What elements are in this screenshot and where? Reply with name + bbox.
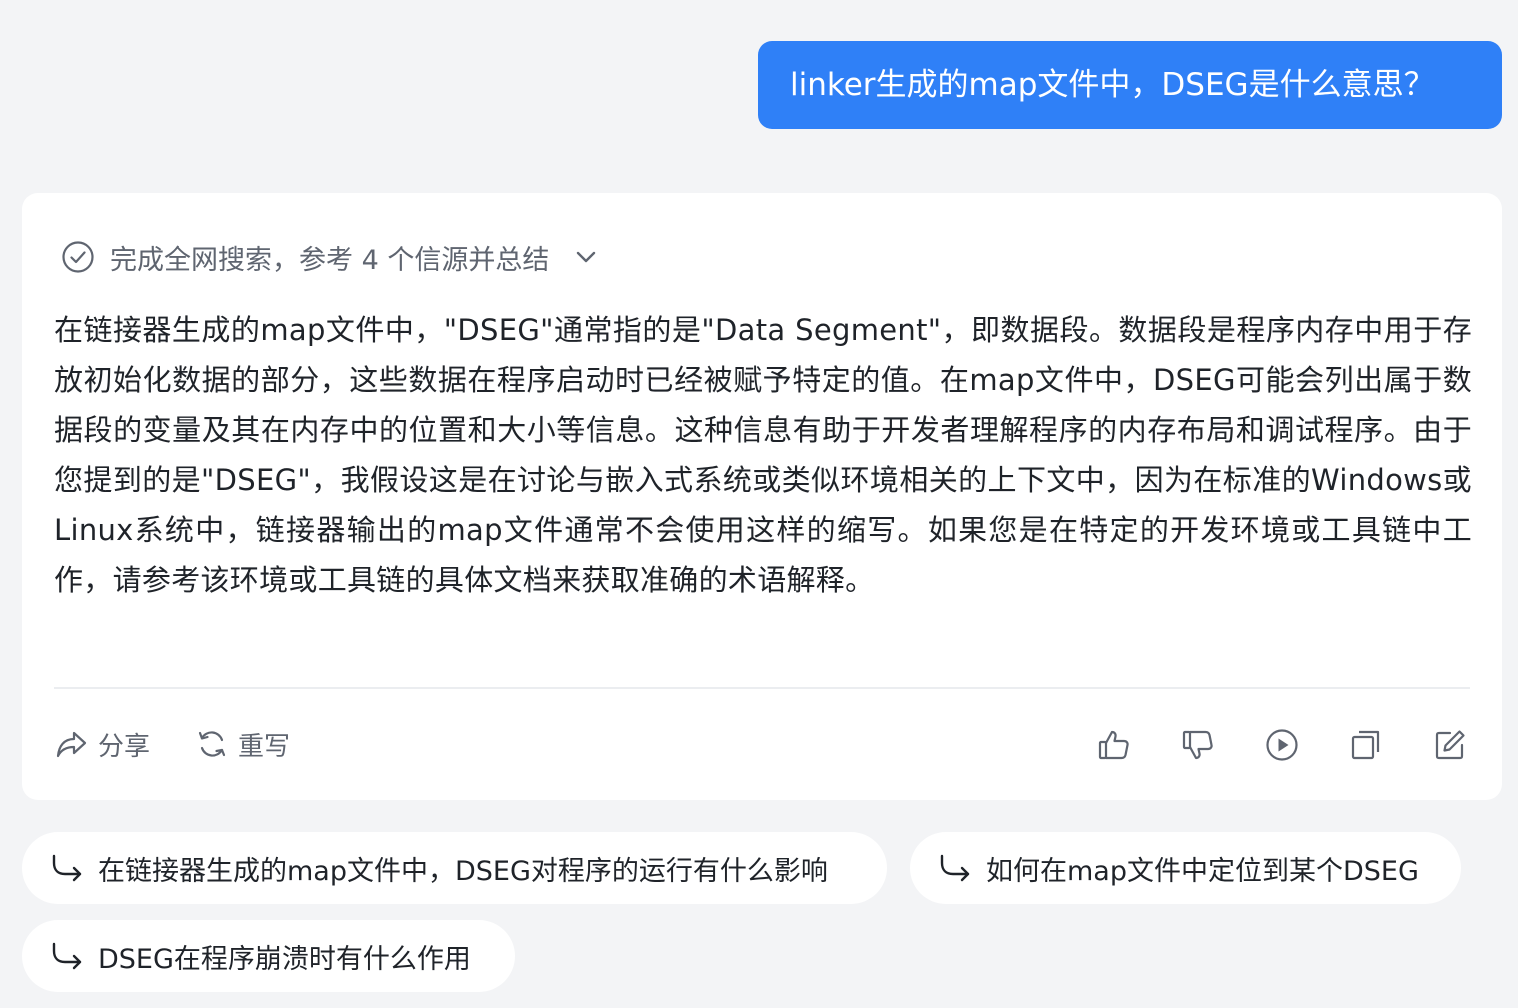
return-arrow-icon <box>50 851 84 885</box>
user-message-text: linker生成的map文件中，DSEG是什么意思？ <box>790 67 1435 103</box>
suggestion-label: DSEG在程序崩溃时有什么作用 <box>98 943 471 975</box>
rewrite-label: 重写 <box>238 731 291 762</box>
chevron-down-icon <box>571 242 601 272</box>
search-status-toggle[interactable]: 完成全网搜索，参考 4 个信源并总结 <box>60 237 601 277</box>
rewrite-button[interactable]: 重写 <box>194 726 290 763</box>
return-arrow-icon <box>50 939 84 973</box>
search-status-label: 完成全网搜索，参考 4 个信源并总结 <box>110 244 550 276</box>
check-circle-icon <box>60 239 96 275</box>
suggestion-chip[interactable]: 如何在map文件中定位到某个DSEG <box>910 832 1461 904</box>
share-label: 分享 <box>98 731 151 762</box>
suggestion-label: 如何在map文件中定位到某个DSEG <box>986 855 1419 887</box>
thumbs-down-icon[interactable] <box>1180 727 1216 763</box>
suggestion-label: 在链接器生成的map文件中，DSEG对程序的运行有什么影响 <box>98 855 828 887</box>
chat-page: linker生成的map文件中，DSEG是什么意思？ 完成全网搜索，参考 4 个… <box>0 0 1518 1008</box>
play-icon[interactable] <box>1264 727 1300 763</box>
return-arrow-icon <box>938 851 972 885</box>
answer-text: 在链接器生成的map文件中，"DSEG"通常指的是"Data Segment"，… <box>54 313 1472 597</box>
user-message-bubble: linker生成的map文件中，DSEG是什么意思？ <box>758 41 1502 129</box>
refresh-icon <box>194 726 230 762</box>
edit-icon[interactable] <box>1432 727 1468 763</box>
answer-card: 完成全网搜索，参考 4 个信源并总结 在链接器生成的map文件中，"DSEG"通… <box>22 193 1502 800</box>
answer-actions-right <box>1096 725 1468 765</box>
suggestion-chip[interactable]: DSEG在程序崩溃时有什么作用 <box>22 920 515 992</box>
share-button[interactable]: 分享 <box>54 726 150 763</box>
share-icon <box>54 726 90 762</box>
suggestion-chip[interactable]: 在链接器生成的map文件中，DSEG对程序的运行有什么影响 <box>22 832 887 904</box>
copy-icon[interactable] <box>1348 727 1384 763</box>
thumbs-up-icon[interactable] <box>1096 727 1132 763</box>
answer-actions-left: 分享 重写 <box>54 723 290 765</box>
divider <box>54 687 1470 689</box>
